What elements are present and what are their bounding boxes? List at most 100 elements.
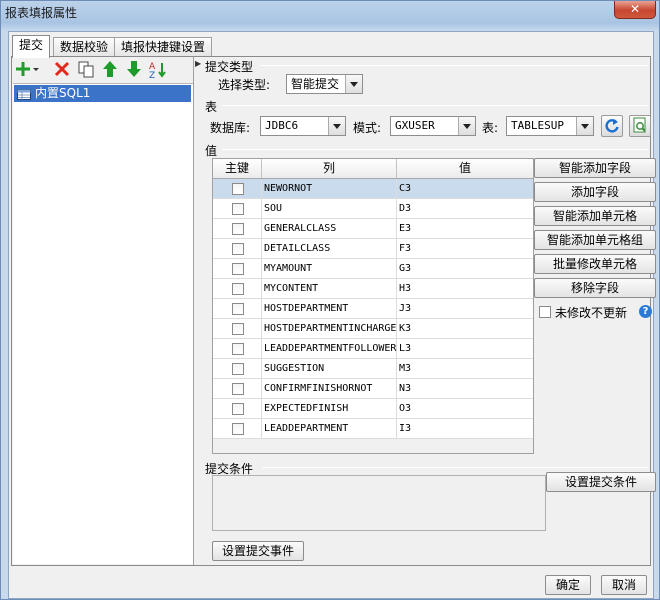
primary-key-checkbox[interactable] <box>232 363 244 375</box>
value-cell[interactable]: I3 <box>397 419 533 439</box>
add-icon[interactable] <box>16 59 39 81</box>
value-cell[interactable]: M3 <box>397 359 533 379</box>
batch-modify-cell-button[interactable]: 批量修改单元格 <box>534 254 656 274</box>
table-row[interactable]: DETAILCLASS F3 <box>213 239 533 259</box>
header-value[interactable]: 值 <box>397 159 533 178</box>
value-cell[interactable]: G3 <box>397 259 533 279</box>
value-cell[interactable]: J3 <box>397 299 533 319</box>
chevron-down-icon[interactable] <box>328 117 345 135</box>
table-row[interactable]: CONFIRMFINISHORNOT N3 <box>213 379 533 399</box>
primary-key-checkbox[interactable] <box>232 303 244 315</box>
key-cell <box>213 399 262 419</box>
table-row[interactable]: NEWORNOT C3 <box>213 179 533 199</box>
primary-key-checkbox[interactable] <box>232 223 244 235</box>
table-value: TABLESUP <box>511 119 564 132</box>
remove-field-button[interactable]: 移除字段 <box>534 278 656 298</box>
primary-key-checkbox[interactable] <box>232 343 244 355</box>
table-row[interactable]: EXPECTEDFINISH O3 <box>213 399 533 419</box>
column-cell[interactable]: EXPECTEDFINISH <box>262 399 397 419</box>
move-up-icon[interactable] <box>100 59 122 81</box>
column-cell[interactable]: LEADDEPARTMENTFOLLOWER <box>262 339 397 359</box>
primary-key-checkbox[interactable] <box>232 423 244 435</box>
schema-label: 模式: <box>353 121 382 135</box>
primary-key-checkbox[interactable] <box>232 323 244 335</box>
value-cell[interactable]: O3 <box>397 399 533 419</box>
smart-add-cell-button[interactable]: 智能添加单元格 <box>534 206 656 226</box>
schema-select[interactable]: GXUSER <box>390 116 476 136</box>
header-key[interactable]: 主键 <box>213 159 262 178</box>
primary-key-checkbox[interactable] <box>232 283 244 295</box>
database-label: 数据库: <box>210 121 251 135</box>
table-row[interactable]: LEADDEPARTMENTFOLLOWER L3 <box>213 339 533 359</box>
column-cell[interactable]: NEWORNOT <box>262 179 397 199</box>
table-row[interactable]: HOSTDEPARTMENTINCHARGE K3 <box>213 319 533 339</box>
cancel-button[interactable]: 取消 <box>601 575 647 595</box>
tree-item-label: 内置SQL1 <box>35 86 91 100</box>
sort-icon[interactable]: AZ <box>148 59 170 81</box>
column-cell[interactable]: LEADDEPARTMENT <box>262 419 397 439</box>
column-cell[interactable]: MYAMOUNT <box>262 259 397 279</box>
primary-key-checkbox[interactable] <box>232 203 244 215</box>
refresh-button[interactable] <box>601 115 623 137</box>
primary-key-checkbox[interactable] <box>232 403 244 415</box>
preview-button[interactable] <box>629 115 651 137</box>
column-cell[interactable]: DETAILCLASS <box>262 239 397 259</box>
chevron-down-icon[interactable] <box>345 75 362 93</box>
close-button[interactable]: ✕ <box>614 1 656 19</box>
column-cell[interactable]: HOSTDEPARTMENT <box>262 299 397 319</box>
column-cell[interactable]: GENERALCLASS <box>262 219 397 239</box>
tab-shortcut-settings[interactable]: 填报快捷键设置 <box>114 37 213 57</box>
primary-key-checkbox[interactable] <box>232 243 244 255</box>
table-select[interactable]: TABLESUP <box>506 116 594 136</box>
no-update-checkbox[interactable] <box>539 306 551 318</box>
tab-data-validation[interactable]: 数据校验 <box>53 37 116 57</box>
table-row[interactable]: HOSTDEPARTMENT J3 <box>213 299 533 319</box>
submit-type-select[interactable]: 智能提交 <box>286 74 363 94</box>
value-cell[interactable]: H3 <box>397 279 533 299</box>
column-cell[interactable]: MYCONTENT <box>262 279 397 299</box>
value-cell[interactable]: E3 <box>397 219 533 239</box>
database-select[interactable]: JDBC6 <box>260 116 346 136</box>
key-cell <box>213 179 262 199</box>
column-cell[interactable]: SUGGESTION <box>262 359 397 379</box>
ok-button[interactable]: 确定 <box>545 575 591 595</box>
table-row[interactable]: MYCONTENT H3 <box>213 279 533 299</box>
chevron-down-icon[interactable] <box>458 117 475 135</box>
smart-add-cell-group-button[interactable]: 智能添加单元格组 <box>534 230 656 250</box>
set-condition-button[interactable]: 设置提交条件 <box>546 472 656 492</box>
value-cell[interactable]: C3 <box>397 179 533 199</box>
value-cell[interactable]: D3 <box>397 199 533 219</box>
table-row[interactable]: LEADDEPARTMENT I3 <box>213 419 533 439</box>
value-cell[interactable]: L3 <box>397 339 533 359</box>
primary-key-checkbox[interactable] <box>232 383 244 395</box>
column-cell[interactable]: HOSTDEPARTMENTINCHARGE <box>262 319 397 339</box>
close-icon: ✕ <box>629 2 641 16</box>
header-column[interactable]: 列 <box>262 159 397 178</box>
table-row[interactable]: MYAMOUNT G3 <box>213 259 533 279</box>
tree-item-sql1[interactable]: 内置SQL1 <box>14 85 191 102</box>
smart-add-field-button[interactable]: 智能添加字段 <box>534 158 656 178</box>
table-row[interactable]: SUGGESTION M3 <box>213 359 533 379</box>
add-field-button[interactable]: 添加字段 <box>534 182 656 202</box>
help-icon[interactable]: ? <box>639 305 652 318</box>
set-event-button[interactable]: 设置提交事件 <box>212 541 304 561</box>
condition-text-area[interactable] <box>212 475 546 531</box>
preview-icon <box>633 117 646 133</box>
key-cell <box>213 279 262 299</box>
value-cell[interactable]: K3 <box>397 319 533 339</box>
table-row[interactable]: GENERALCLASS E3 <box>213 219 533 239</box>
table-row[interactable]: SOU D3 <box>213 199 533 219</box>
tab-submit[interactable]: 提交 <box>12 35 51 58</box>
column-cell[interactable]: SOU <box>262 199 397 219</box>
column-cell[interactable]: CONFIRMFINISHORNOT <box>262 379 397 399</box>
move-down-icon[interactable] <box>124 59 146 81</box>
chevron-down-icon[interactable] <box>576 117 593 135</box>
copy-icon[interactable] <box>76 59 98 81</box>
primary-key-checkbox[interactable] <box>232 263 244 275</box>
value-cell[interactable]: F3 <box>397 239 533 259</box>
delete-icon[interactable] <box>52 59 74 81</box>
primary-key-checkbox[interactable] <box>232 183 244 195</box>
value-cell[interactable]: N3 <box>397 379 533 399</box>
title-bar[interactable]: 报表填报属性 ✕ <box>1 1 659 23</box>
submit-type-label: 选择类型: <box>218 78 271 92</box>
